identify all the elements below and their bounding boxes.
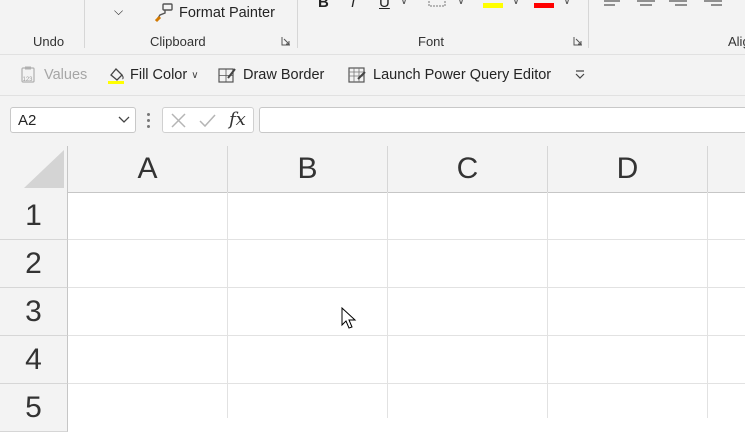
launch-power-query-button[interactable]: Launch Power Query Editor [347, 63, 551, 87]
grid-line [387, 192, 388, 418]
enter-check-icon[interactable] [198, 112, 217, 129]
paintbrush-icon [154, 3, 173, 23]
formula-bar-grip-icon[interactable] [147, 113, 150, 128]
row-header-1[interactable]: 1 [0, 192, 68, 240]
format-painter-label: Format Painter [179, 5, 275, 21]
highlight-color-swatch[interactable] [483, 3, 503, 8]
grid-line [707, 192, 708, 418]
dialog-launcher-icon[interactable] [573, 36, 583, 46]
format-painter-button[interactable]: Format Painter [154, 3, 275, 23]
column-header-c[interactable]: C [388, 146, 548, 192]
draw-border-label: Draw Border [243, 67, 325, 83]
indent-icon[interactable] [703, 0, 723, 8]
row-header-2[interactable]: 2 [0, 240, 68, 288]
name-box-value: A2 [18, 112, 37, 129]
grid-line [68, 239, 745, 240]
dialog-launcher-icon[interactable] [281, 36, 291, 46]
clipboard-group-label: Clipboard [150, 34, 206, 49]
chevron-down-icon[interactable]: ∨ [457, 0, 465, 7]
quick-access-toolbar: 123 Values Fill Color ∨ Draw Border Laun… [0, 55, 745, 96]
svg-text:123: 123 [23, 77, 34, 83]
name-box[interactable]: A2 [10, 107, 136, 133]
paste-values-button[interactable]: 123 Values [20, 63, 87, 87]
select-all-button[interactable] [0, 146, 68, 192]
launch-power-query-label: Launch Power Query Editor [373, 67, 552, 83]
ribbon-separator [588, 0, 589, 48]
grid-line [68, 335, 745, 336]
power-query-icon [348, 67, 366, 83]
align-center-icon[interactable] [636, 0, 656, 8]
column-header-b[interactable]: B [228, 146, 388, 192]
grid-line [68, 287, 745, 288]
paste-values-label: Values [44, 67, 88, 83]
row-header-4[interactable]: 4 [0, 336, 68, 384]
insert-function-button[interactable]: fx [229, 109, 246, 130]
align-right-icon[interactable] [668, 0, 688, 8]
row-header-3[interactable]: 3 [0, 288, 68, 336]
ribbon-separator [84, 0, 85, 48]
draw-border-button[interactable]: Draw Border [217, 63, 324, 87]
undo-dropdown-icon[interactable]: ⌵ [114, 4, 123, 19]
select-all-triangle-icon [24, 150, 64, 188]
customize-toolbar-icon[interactable] [574, 70, 586, 80]
fill-color-button[interactable]: Fill Color ∨ [107, 63, 199, 87]
mouse-pointer-icon [341, 307, 357, 329]
font-group-label: Font [418, 34, 445, 49]
ribbon-separator [297, 0, 298, 48]
align-left-icon[interactable] [603, 0, 623, 8]
alignment-group-label: Alig [728, 34, 745, 49]
grid-line [547, 192, 548, 418]
column-header-a[interactable]: A [68, 146, 228, 192]
font-color-swatch[interactable] [534, 3, 554, 8]
undo-group-label: Undo [33, 34, 65, 49]
row-header-5[interactable]: 5 [0, 384, 68, 432]
column-header-d[interactable]: D [548, 146, 708, 192]
ribbon: ⌵ Undo Format Painter Clipboard B I U ∨ … [0, 0, 745, 55]
formula-input[interactable] [259, 107, 745, 133]
chevron-down-icon[interactable] [118, 116, 130, 124]
chevron-down-icon[interactable]: ∨ [400, 0, 408, 7]
chevron-down-icon: ∨ [191, 69, 199, 81]
chevron-down-icon[interactable]: ∨ [512, 0, 520, 7]
borders-icon[interactable] [427, 0, 449, 10]
draw-border-icon [218, 68, 236, 83]
cancel-icon[interactable] [170, 112, 187, 129]
paint-bucket-icon [108, 68, 124, 84]
formula-controls: fx [162, 107, 254, 133]
grid-line [68, 383, 745, 384]
chevron-down-icon[interactable]: ∨ [563, 0, 571, 7]
fill-color-label: Fill Color [130, 67, 188, 83]
italic-button[interactable]: I [351, 0, 355, 11]
underline-button[interactable]: U [379, 0, 390, 11]
paste-values-icon: 123 [21, 66, 35, 83]
grid-line [227, 192, 228, 418]
bold-button[interactable]: B [318, 0, 329, 11]
